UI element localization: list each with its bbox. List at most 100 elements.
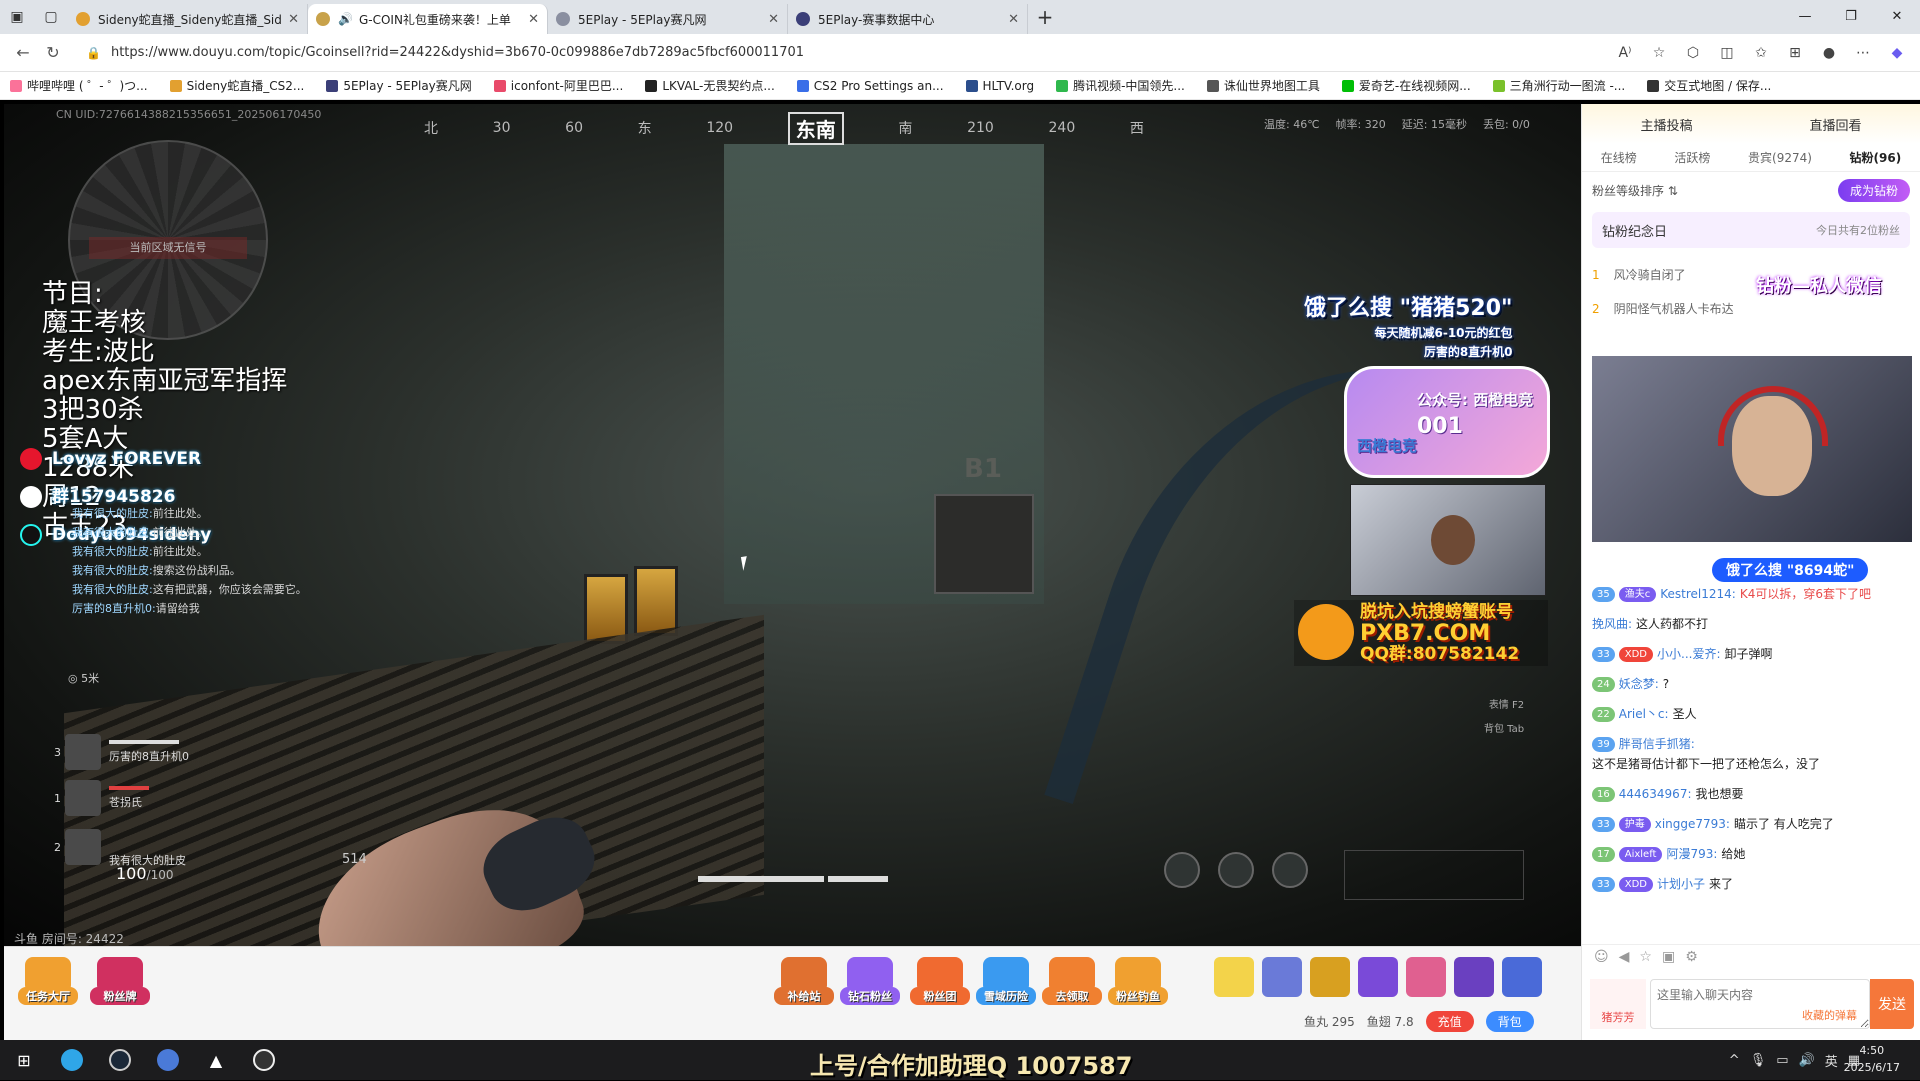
- browser-tab-3[interactable]: 5EPlay-赛事数据中心 ✕: [788, 4, 1028, 34]
- close-window-icon[interactable]: ✕: [1874, 0, 1920, 32]
- chat-message[interactable]: 33 XDD 计划小子 来了: [1592, 874, 1912, 894]
- gift-icon[interactable]: [1406, 957, 1446, 997]
- gift-icon[interactable]: [1262, 957, 1302, 997]
- ime-label[interactable]: 英: [1825, 1051, 1838, 1070]
- tab-close-icon[interactable]: ✕: [288, 12, 299, 27]
- emoji-icon[interactable]: ☺: [1594, 949, 1609, 965]
- chat-message[interactable]: 39 胖哥信手抓猪: 这不是猪哥估计都下一把了还枪怎么，没了: [1592, 734, 1912, 774]
- minimize-icon[interactable]: —: [1782, 0, 1828, 32]
- gift-icon[interactable]: [1502, 957, 1542, 997]
- gift-bar-item[interactable]: 雪域历险: [976, 957, 1036, 1005]
- tab-actions-icon[interactable]: ▢: [34, 0, 68, 34]
- gift-icon[interactable]: [1214, 957, 1254, 997]
- fan-anniversary[interactable]: 钻粉纪念日 今日共有2位粉丝: [1592, 212, 1910, 248]
- gift-bar-item[interactable]: 粉丝团: [910, 957, 970, 1005]
- app-obs-icon[interactable]: [240, 1040, 288, 1080]
- tab-close-icon[interactable]: ✕: [1008, 12, 1019, 27]
- gift-bar-item[interactable]: 补给站: [774, 957, 834, 1005]
- favorites-icon[interactable]: ✩: [1746, 38, 1776, 68]
- more-icon[interactable]: ⋯: [1848, 38, 1878, 68]
- bookmark-item[interactable]: 爱奇艺-在线视频网...: [1341, 77, 1471, 94]
- new-tab-button[interactable]: +: [1028, 5, 1062, 29]
- reload-icon[interactable]: ↻: [38, 38, 68, 68]
- restore-icon[interactable]: ❐: [1828, 0, 1874, 32]
- saved-danmaku-link[interactable]: 收藏的弹幕: [1802, 1007, 1857, 1023]
- tab-online[interactable]: 在线榜: [1601, 149, 1637, 166]
- chat-message[interactable]: 33 护毒 xingge7793: 瞄示了 有人吃完了: [1592, 814, 1912, 834]
- browser-tab-1[interactable]: 🔊 G-COIN礼包重磅来袭！上单 ✕: [308, 4, 548, 34]
- back-icon[interactable]: ←: [8, 38, 38, 68]
- send-button[interactable]: 发送: [1870, 979, 1914, 1029]
- tab-close-icon[interactable]: ✕: [768, 12, 779, 27]
- chat-message[interactable]: 24 妖念梦:?: [1592, 674, 1912, 694]
- split-screen-icon[interactable]: ◫: [1712, 38, 1742, 68]
- windows-start-icon[interactable]: ⊞: [0, 1040, 48, 1080]
- chat-message[interactable]: 22 Ariel丶c: 圣人: [1592, 704, 1912, 724]
- workspaces-icon[interactable]: ▣: [0, 0, 34, 34]
- bookmark-item[interactable]: 交互式地图 / 保存...: [1647, 77, 1771, 94]
- streamer-submit-link[interactable]: 主播投稿: [1640, 115, 1692, 134]
- tab-close-icon[interactable]: ✕: [528, 12, 539, 27]
- chat-username[interactable]: 计划小子: [1657, 874, 1705, 894]
- tab-vip[interactable]: 贵宾(9274): [1748, 149, 1812, 166]
- bookmark-item[interactable]: 哔哩哔哩 ( ゜- ゜)つ...: [10, 77, 148, 94]
- network-icon[interactable]: ▭: [1776, 1053, 1788, 1068]
- bookmark-item[interactable]: 腾讯视频-中国领先...: [1056, 77, 1185, 94]
- chat-username[interactable]: 小小...爱齐:: [1657, 644, 1721, 664]
- volume-icon[interactable]: 🔊: [1799, 1053, 1815, 1068]
- chat-message[interactable]: 17 Aixleft 阿漫793: 给她: [1592, 844, 1912, 864]
- collections-icon[interactable]: ⊞: [1780, 38, 1810, 68]
- profile-icon[interactable]: ●: [1814, 38, 1844, 68]
- gift-bar-item[interactable]: 去领取: [1042, 957, 1102, 1005]
- chat-username[interactable]: 挽风曲:: [1592, 614, 1632, 634]
- app-icon[interactable]: [144, 1040, 192, 1080]
- replay-link[interactable]: 直播回看: [1809, 115, 1861, 134]
- gift-bar-item[interactable]: 粉丝牌: [90, 957, 150, 1005]
- browser-tab-0[interactable]: Sideny蛇直播_Sideny蛇直播_Side ✕: [68, 4, 308, 34]
- rank-sort-label[interactable]: 粉丝等级排序 ⇅: [1592, 182, 1678, 199]
- browser-tab-2[interactable]: 5EPlay - 5EPlay赛凡网 ✕: [548, 4, 788, 34]
- gift-icon[interactable]: [1358, 957, 1398, 997]
- clock[interactable]: 4:50 2025/6/17: [1844, 1042, 1900, 1076]
- edge-icon[interactable]: [48, 1040, 96, 1080]
- gift-bar-item[interactable]: 钻石粉丝: [840, 957, 900, 1005]
- gift-icon[interactable]: [1454, 957, 1494, 997]
- chat-message[interactable]: 挽风曲: 这人药都不打: [1592, 614, 1912, 634]
- chat-username[interactable]: Ariel丶c:: [1619, 704, 1669, 724]
- bookmark-item[interactable]: iconfont-阿里巴巴...: [493, 77, 623, 94]
- copilot-icon[interactable]: ◆: [1882, 38, 1912, 68]
- app-green-icon[interactable]: ▲: [192, 1040, 240, 1080]
- bookmark-item[interactable]: LKVAL-无畏契约点...: [645, 77, 775, 94]
- chat-username[interactable]: Kestrel1214:: [1660, 584, 1736, 604]
- steam-icon[interactable]: [96, 1040, 144, 1080]
- tab-audio-icon[interactable]: 🔊: [338, 12, 353, 26]
- video-stream[interactable]: B1 CN UID:7276614388215356651_2025061704…: [4, 104, 1581, 946]
- bookmark-item[interactable]: 诛仙世界地图工具: [1206, 77, 1320, 94]
- gift-icon[interactable]: [1310, 957, 1350, 997]
- chat-username[interactable]: 胖哥信手抓猪:: [1619, 734, 1695, 754]
- star-icon[interactable]: ☆: [1639, 949, 1652, 965]
- gift-icon[interactable]: ▣: [1662, 949, 1675, 965]
- bag-button[interactable]: 背包: [1485, 1011, 1534, 1032]
- bookmark-item[interactable]: CS2 Pro Settings an...: [796, 79, 944, 93]
- chat-message[interactable]: 35 渔夫c Kestrel1214: K4可以拆，穿6套下了吧: [1592, 584, 1912, 604]
- tab-diamond-fans[interactable]: 钻粉(96): [1850, 149, 1902, 166]
- become-fan-button[interactable]: 成为钻粉: [1837, 178, 1910, 202]
- chat-message[interactable]: 33 XDD 小小...爱齐: 卸子弹啊: [1592, 644, 1912, 664]
- tray-chevron-icon[interactable]: ^: [1729, 1053, 1740, 1068]
- bookmark-item[interactable]: 三角洲行动一图流 -...: [1492, 77, 1625, 94]
- gift-bar-item[interactable]: 任务大厅: [18, 957, 78, 1005]
- tab-active[interactable]: 活跃榜: [1674, 149, 1710, 166]
- user-avatar[interactable]: 猪芳芳: [1590, 979, 1646, 1029]
- bookmark-item[interactable]: 5EPlay - 5EPlay赛凡网: [326, 77, 472, 94]
- gift-bar-item[interactable]: 粉丝钓鱼: [1108, 957, 1168, 1005]
- mic-icon[interactable]: 🎙: [1750, 1053, 1767, 1068]
- chat-username[interactable]: xingge7793:: [1655, 814, 1730, 834]
- chat-username[interactable]: 妖念梦:: [1619, 674, 1659, 694]
- settings-icon[interactable]: ⚙: [1685, 949, 1698, 965]
- extensions-icon[interactable]: ⬡: [1678, 38, 1708, 68]
- chat-username[interactable]: 阿漫793:: [1666, 844, 1717, 864]
- chat-username[interactable]: 444634967:: [1619, 784, 1692, 804]
- bookmark-item[interactable]: Sideny蛇直播_CS2...: [169, 77, 304, 94]
- bookmark-item[interactable]: HLTV.org: [965, 79, 1034, 93]
